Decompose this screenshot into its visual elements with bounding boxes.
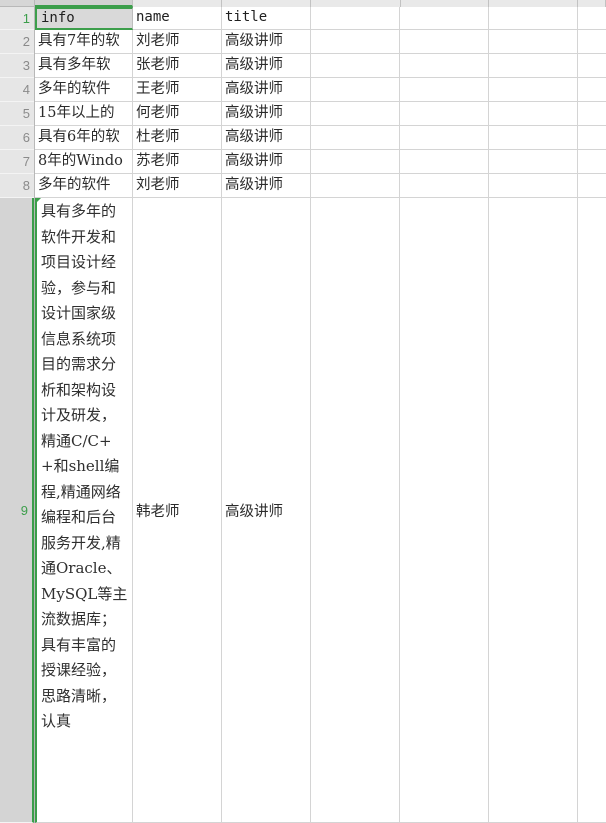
- row-header-4[interactable]: 4: [0, 78, 34, 102]
- cell-c7[interactable]: 高级讲师: [222, 150, 311, 174]
- select-all-corner[interactable]: [0, 0, 35, 7]
- cell-b5[interactable]: 何老师: [133, 102, 222, 126]
- cell-c6[interactable]: 高级讲师: [222, 126, 311, 150]
- cell-f1[interactable]: [489, 7, 578, 30]
- row-header-gutter[interactable]: 1 2 3 4 5 6 7 8 9: [0, 7, 35, 823]
- row-header-5-label: 5: [22, 106, 30, 121]
- row-header-3[interactable]: 3: [0, 54, 34, 78]
- cell-f2[interactable]: [489, 30, 578, 54]
- spreadsheet-grid-view[interactable]: A B C D E F G 1 2 3 4 5 6 7 8 9 info nam…: [0, 0, 606, 823]
- cell-g8[interactable]: [578, 174, 606, 198]
- column-header-d[interactable]: D: [311, 0, 401, 7]
- row-header-4-label: 4: [22, 82, 30, 97]
- cell-f4[interactable]: [489, 78, 578, 102]
- cell-d2[interactable]: [311, 30, 400, 54]
- cell-g7[interactable]: [578, 150, 606, 174]
- cell-area[interactable]: info name title 具有7年的软 刘老师 高级讲师 具有多年软 张老…: [35, 7, 606, 823]
- cell-a3[interactable]: 具有多年软: [35, 54, 133, 78]
- column-header-f[interactable]: F: [489, 0, 578, 7]
- column-header-c[interactable]: C: [222, 0, 311, 7]
- cell-e8[interactable]: [400, 174, 489, 198]
- cell-f7[interactable]: [489, 150, 578, 174]
- column-header-b[interactable]: B: [133, 0, 222, 7]
- cell-c1[interactable]: title: [222, 7, 311, 30]
- cell-e3[interactable]: [400, 54, 489, 78]
- column-header-band: A B C D E F G: [0, 0, 606, 7]
- row-header-8[interactable]: 8: [0, 174, 34, 198]
- cell-a4[interactable]: 多年的软件: [35, 78, 133, 102]
- row-header-9-label: 9: [20, 503, 28, 518]
- cell-a6[interactable]: 具有6年的软: [35, 126, 133, 150]
- cell-e2[interactable]: [400, 30, 489, 54]
- cell-b7[interactable]: 苏老师: [133, 150, 222, 174]
- cell-b2[interactable]: 刘老师: [133, 30, 222, 54]
- row-header-7-label: 7: [22, 154, 30, 169]
- cell-e1[interactable]: [400, 7, 489, 30]
- cell-g5[interactable]: [578, 102, 606, 126]
- row-header-9[interactable]: 9: [0, 198, 34, 823]
- cell-d6[interactable]: [311, 126, 400, 150]
- column-header-a[interactable]: A: [35, 0, 133, 7]
- cell-c2[interactable]: 高级讲师: [222, 30, 311, 54]
- cell-e5[interactable]: [400, 102, 489, 126]
- cell-b4[interactable]: 王老师: [133, 78, 222, 102]
- cell-a5[interactable]: 15年以上的: [35, 102, 133, 126]
- row-header-6-label: 6: [22, 130, 30, 145]
- row-header-1-label: 1: [22, 11, 30, 26]
- cell-d1[interactable]: [311, 7, 400, 30]
- cell-e7[interactable]: [400, 150, 489, 174]
- cell-d7[interactable]: [311, 150, 400, 174]
- cell-d5[interactable]: [311, 102, 400, 126]
- row-header-8-label: 8: [22, 178, 30, 193]
- row-header-3-label: 3: [22, 58, 30, 73]
- cell-b6[interactable]: 杜老师: [133, 126, 222, 150]
- cell-a7[interactable]: 8年的Windo: [35, 150, 133, 174]
- cell-c3[interactable]: 高级讲师: [222, 54, 311, 78]
- cell-g1[interactable]: [578, 7, 606, 30]
- row-header-6[interactable]: 6: [0, 126, 34, 150]
- row-header-7[interactable]: 7: [0, 150, 34, 174]
- cell-c9[interactable]: 高级讲师: [222, 198, 311, 823]
- cell-b1[interactable]: name: [133, 7, 222, 30]
- cell-g6[interactable]: [578, 126, 606, 150]
- cell-f9[interactable]: [489, 198, 578, 823]
- column-header-e[interactable]: E: [401, 0, 489, 7]
- cell-e4[interactable]: [400, 78, 489, 102]
- cell-g9[interactable]: [578, 198, 606, 823]
- cell-b3[interactable]: 张老师: [133, 54, 222, 78]
- cell-c5[interactable]: 高级讲师: [222, 102, 311, 126]
- cell-a9[interactable]: 具有多年的软件开发和项目设计经验，参与和设计国家级信息系统项目的需求分析和架构设…: [35, 198, 133, 823]
- cell-g2[interactable]: [578, 30, 606, 54]
- cell-e6[interactable]: [400, 126, 489, 150]
- row-header-2-label: 2: [22, 34, 30, 49]
- cell-f8[interactable]: [489, 174, 578, 198]
- cell-f3[interactable]: [489, 54, 578, 78]
- cell-b9[interactable]: 韩老师: [133, 198, 222, 823]
- cell-c8[interactable]: 高级讲师: [222, 174, 311, 198]
- cell-a8[interactable]: 多年的软件: [35, 174, 133, 198]
- row-header-1[interactable]: 1: [0, 7, 34, 30]
- cell-g3[interactable]: [578, 54, 606, 78]
- column-header-g[interactable]: G: [578, 0, 606, 7]
- cell-g4[interactable]: [578, 78, 606, 102]
- row-header-5[interactable]: 5: [0, 102, 34, 126]
- cell-a1[interactable]: info: [35, 7, 133, 30]
- cell-f6[interactable]: [489, 126, 578, 150]
- cell-a2[interactable]: 具有7年的软: [35, 30, 133, 54]
- cell-c4[interactable]: 高级讲师: [222, 78, 311, 102]
- cell-b8[interactable]: 刘老师: [133, 174, 222, 198]
- cell-d8[interactable]: [311, 174, 400, 198]
- cell-d9[interactable]: [311, 198, 400, 823]
- row-header-2[interactable]: 2: [0, 30, 34, 54]
- cell-e9[interactable]: [400, 198, 489, 823]
- cell-d3[interactable]: [311, 54, 400, 78]
- cell-f5[interactable]: [489, 102, 578, 126]
- cell-d4[interactable]: [311, 78, 400, 102]
